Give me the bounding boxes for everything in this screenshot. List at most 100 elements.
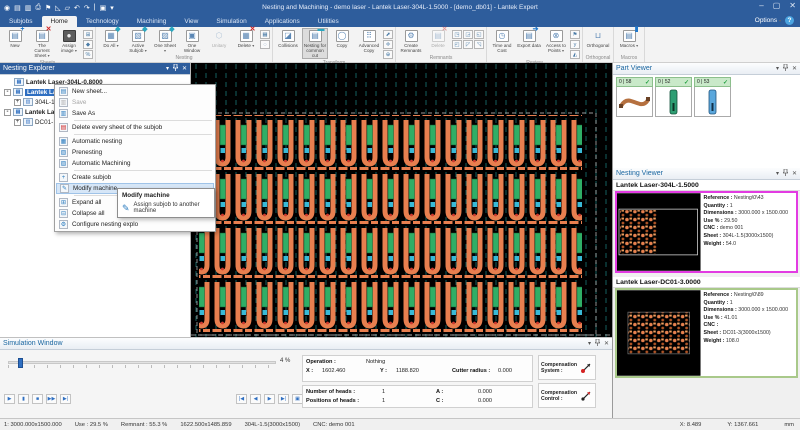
nesting-entry[interactable]: Reference : Nesting\0\89 Quantity : 1 Di… xyxy=(615,288,798,378)
nesting-grid-button[interactable]: ▦ xyxy=(260,30,270,39)
delete-nesting-button[interactable]: ▦✕Delete ▾ xyxy=(233,28,259,49)
menu-item-save-as[interactable]: ▥Save As xyxy=(56,108,214,119)
export-data-button[interactable]: ▤➔Export data xyxy=(516,28,542,49)
part-thumbnail-53[interactable]: 0 | 53✓ xyxy=(694,77,731,117)
qat-dropdown-icon[interactable]: ▾ xyxy=(110,4,114,12)
nesting-entry-selected[interactable]: Reference : Nesting\0\43 Quantity : 1 Di… xyxy=(615,191,798,273)
maximize-button[interactable]: ▢ xyxy=(773,1,781,10)
step-last-button[interactable]: ▶| xyxy=(278,394,289,404)
step-back-button[interactable]: ◀ xyxy=(250,394,261,404)
play-button[interactable]: ▶ xyxy=(4,394,15,404)
menu-item-automatic-nesting[interactable]: ▦Automatic nesting xyxy=(56,136,214,147)
close-panel-icon[interactable]: ✕ xyxy=(604,340,609,347)
close-panel-icon[interactable]: ✕ xyxy=(792,65,797,72)
slider-handle[interactable] xyxy=(18,358,23,368)
printer-icon[interactable]: ⎙ xyxy=(35,4,41,12)
remnant-tool-5-button[interactable]: ◸ xyxy=(463,40,473,49)
close-panel-icon[interactable]: ✕ xyxy=(182,65,187,72)
undo-icon[interactable]: ↶ xyxy=(74,4,80,12)
redo-icon[interactable]: ↷ xyxy=(84,4,90,12)
nesting-search-button[interactable]: ◌ xyxy=(260,40,270,49)
collapse-box-icon[interactable]: - xyxy=(4,89,11,96)
pin-icon[interactable] xyxy=(595,339,600,348)
rotate-button[interactable]: ⊕ xyxy=(383,50,393,59)
do-all-button[interactable]: ▦◆Do All ▾ xyxy=(98,28,124,49)
app-icon[interactable]: ◉ xyxy=(4,4,10,12)
save-icon[interactable]: ▥ xyxy=(25,4,32,12)
advanced-copy-icon: ⠿ xyxy=(363,30,376,42)
remnant-tool-2-button[interactable]: ◲ xyxy=(463,30,473,39)
minimize-button[interactable]: – xyxy=(759,1,763,10)
center-button[interactable]: ✛ xyxy=(383,40,393,49)
expand-box-icon[interactable]: + xyxy=(14,99,21,106)
tab-utilities[interactable]: Utilities xyxy=(309,16,348,27)
options-menu[interactable]: Options ▾ xyxy=(755,17,781,24)
advanced-copy-button[interactable]: ⠿Advanced Copy xyxy=(356,28,382,54)
remnant-tool-6-button[interactable]: ◹ xyxy=(474,40,484,49)
measure-icon[interactable]: ◺ xyxy=(55,4,60,12)
copy-button[interactable]: ◯Copy xyxy=(329,28,355,49)
collisions-button[interactable]: ◪Collisions xyxy=(275,28,301,49)
assign-image-button[interactable]: ●Assign image ▾ xyxy=(56,28,82,54)
compensation-system-box[interactable]: Compensation System : xyxy=(538,355,596,380)
panel-menu-icon[interactable]: ▾ xyxy=(776,65,779,72)
time-cost-button[interactable]: ◷Time and Cost xyxy=(489,28,515,54)
menu-item-new-sheet[interactable]: ▤New sheet... xyxy=(56,86,214,97)
review-tool-3-button[interactable]: ◭ xyxy=(570,50,580,59)
menu-item-automatic-machining[interactable]: ▨Automatic Machining xyxy=(56,158,214,169)
sheet-plus-button[interactable]: ⊞ xyxy=(83,30,93,39)
expand-box-icon[interactable]: + xyxy=(14,119,21,126)
nesting-canvas[interactable] xyxy=(191,63,612,337)
close-button[interactable]: ✕ xyxy=(789,1,796,10)
menu-item-create-subjob[interactable]: +Create subjob xyxy=(56,172,214,183)
remnant-tool-3-button[interactable]: ◱ xyxy=(474,30,484,39)
macros-button[interactable]: ▤▮Macros ▾ xyxy=(616,28,642,49)
remnant-tool-4-button[interactable]: ◰ xyxy=(452,40,462,49)
nesting-common-cut-button[interactable]: ▤▬Nesting for common cut xyxy=(302,28,328,59)
pin-icon[interactable] xyxy=(173,64,178,73)
tab-simulation[interactable]: Simulation xyxy=(207,16,255,27)
window-icon[interactable]: ▣ xyxy=(100,4,107,12)
menu-item-prenesting[interactable]: ▧Prenesting xyxy=(56,147,214,158)
part-thumbnail-58[interactable]: 0 | 58✓ xyxy=(616,77,653,117)
panel-menu-icon[interactable]: ▾ xyxy=(588,340,591,347)
unitary-icon: ⬡ xyxy=(213,30,226,42)
pin-icon[interactable] xyxy=(783,169,788,178)
step-forward-button[interactable]: ▶ xyxy=(264,394,275,404)
one-sheet-button[interactable]: ▨◆One Sheet ▾ xyxy=(152,28,178,54)
draw-icon[interactable]: ▱ xyxy=(65,4,70,12)
menu-item-delete-every-sheet[interactable]: ▤Delete every sheet of the subjob xyxy=(56,122,214,133)
skip-end-button[interactable]: ▶| xyxy=(60,394,71,404)
collapse-box-icon[interactable]: - xyxy=(4,109,11,116)
simulation-speed-slider[interactable] xyxy=(8,358,276,368)
tab-view[interactable]: View xyxy=(175,16,207,27)
step-first-button[interactable]: |◀ xyxy=(236,394,247,404)
review-tool-2-button[interactable]: y xyxy=(570,40,580,49)
one-window-button[interactable]: ▣One Window xyxy=(179,28,205,54)
compensation-control-box[interactable]: Compensation Control : xyxy=(538,383,596,408)
help-button[interactable]: ? xyxy=(785,16,794,25)
fast-forward-button[interactable]: ▶▶ xyxy=(46,394,57,404)
review-tool-1-button[interactable]: ⚑ xyxy=(570,30,580,39)
tab-applications[interactable]: Applications xyxy=(256,16,309,27)
create-remnants-button[interactable]: ⚙Create Remnants xyxy=(398,28,424,54)
pause-button[interactable]: ▮ xyxy=(18,394,29,404)
orthogonal-button[interactable]: ⊔Orthogonal xyxy=(585,28,611,49)
part-thumbnail-52[interactable]: 0 | 52✓ xyxy=(655,77,692,117)
new-sheet-button[interactable]: ▤+New xyxy=(2,28,28,49)
panel-menu-icon[interactable]: ▾ xyxy=(776,170,779,177)
pin-icon[interactable] xyxy=(783,64,788,73)
access-points-button[interactable]: ⊗Access to Points ▾ xyxy=(543,28,569,54)
current-sheet-button[interactable]: ▤✕The Current Sheet ▾ xyxy=(29,28,55,59)
sheet-percent-button[interactable]: % xyxy=(83,50,93,59)
close-panel-icon[interactable]: ✕ xyxy=(792,170,797,177)
move-button[interactable]: ⬈ xyxy=(383,30,393,39)
sheet-icon[interactable]: ▤ xyxy=(14,4,21,12)
panel-menu-icon[interactable]: ▾ xyxy=(166,65,169,72)
stop-button[interactable]: ■ xyxy=(32,394,43,404)
active-subjob-button[interactable]: ▧◆Active Subjob ▾ xyxy=(125,28,151,54)
sheet-diamond-button[interactable]: ◆ xyxy=(83,40,93,49)
flag-icon[interactable]: ⚑ xyxy=(45,4,51,12)
remnant-tool-1-button[interactable]: ◳ xyxy=(452,30,462,39)
menu-item-configure-nesting-explorer[interactable]: ⚙Configure nesting explo xyxy=(56,219,214,230)
